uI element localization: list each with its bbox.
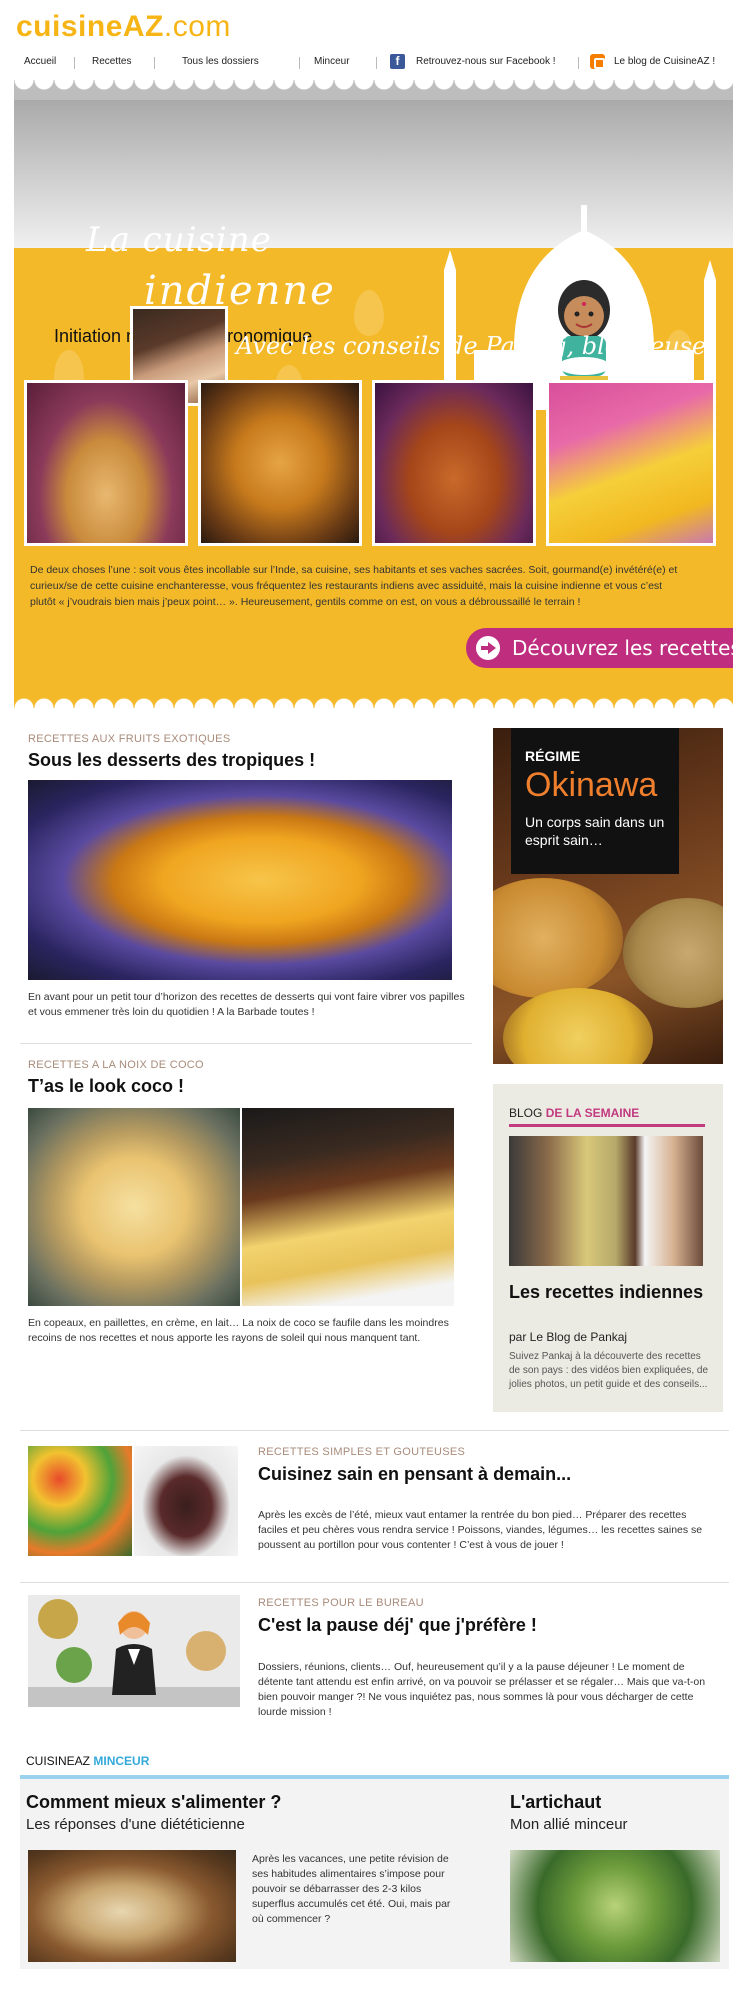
article-title[interactable]: Cuisinez sain en pensant à demain... (258, 1464, 571, 1485)
article-kicker: RECETTES A LA NOIX DE COCO (28, 1059, 204, 1071)
article-kicker: RECETTES POUR LE BUREAU (258, 1597, 424, 1609)
okinawa-label: RÉGIME (525, 748, 581, 764)
arrow-right-icon (476, 636, 500, 660)
paisley-motif (354, 290, 384, 336)
article-photo-coconut-cake[interactable] (242, 1108, 454, 1306)
nav-blog[interactable]: Le blog de CuisineAZ ! (614, 56, 715, 67)
blog-author: par Le Blog de Pankaj (509, 1330, 628, 1344)
spoon-lentils (493, 878, 623, 998)
minceur-left-text: Après les vacances, une petite révision … (252, 1853, 451, 1925)
minceur-right-title[interactable]: L'artichaut (510, 1792, 601, 1813)
article-text: En copeaux, en paillettes, en crème, en … (28, 1317, 449, 1344)
minceur-section-title: CUISINEAZ MINCEUR (26, 1754, 149, 1768)
site-logo[interactable]: cuisineAZ.com (16, 10, 231, 44)
lace-border-bottom (14, 692, 733, 708)
nav-divider (578, 57, 579, 69)
spoon-seeds (623, 898, 723, 1008)
top-navigation: Accueil Recettes Tous les dossiers Mince… (14, 54, 734, 72)
minceur-right-subtitle: Mon allié minceur (510, 1816, 628, 1833)
food-photo-samosa (24, 380, 188, 546)
nav-facebook[interactable]: Retrouvez-nous sur Facebook ! (416, 56, 556, 67)
article-kicker: RECETTES AUX FRUITS EXOTIQUES (28, 733, 231, 745)
taj-mahal-silhouette (444, 205, 716, 410)
logo-domain: .com (163, 10, 231, 43)
minceur-left-subtitle: Les réponses d'une diététicienne (26, 1816, 245, 1833)
article-photo-shrimp[interactable] (28, 1108, 240, 1306)
minceur-label-b: MINCEUR (93, 1754, 150, 1768)
spoon-peas (503, 988, 653, 1064)
article-kicker: RECETTES SIMPLES ET GOUTEUSES (258, 1446, 466, 1458)
divider (20, 1043, 472, 1044)
article-photo-vegetables[interactable] (28, 1446, 132, 1556)
lace-border-top (14, 80, 733, 100)
blogger-icon[interactable] (590, 54, 605, 69)
nav-divider (299, 57, 300, 69)
minceur-left-title[interactable]: Comment mieux s'alimenter ? (26, 1792, 281, 1813)
banner-title-line1: La cuisine (86, 220, 272, 260)
discover-recipes-button[interactable]: Découvrez les recettes (466, 628, 733, 668)
divider (20, 1582, 729, 1583)
blog-box-rule (509, 1124, 705, 1127)
nav-recettes[interactable]: Recettes (92, 56, 131, 67)
food-photo-potatoes (372, 380, 536, 546)
article-text: Dossiers, réunions, clients… Ouf, heureu… (258, 1661, 706, 1718)
article-title[interactable]: T’as le look coco ! (28, 1076, 184, 1097)
nav-divider (154, 57, 155, 69)
facebook-icon[interactable]: f (390, 54, 405, 69)
minceur-photo-cereal[interactable] (28, 1850, 236, 1962)
article-photo-pans[interactable] (134, 1446, 238, 1556)
blog-photo[interactable] (509, 1136, 703, 1266)
indian-cuisine-banner[interactable]: La cuisine indienne Initiation mystico-g… (14, 80, 733, 708)
okinawa-tagline: Un corps sain dans un esprit sain… (525, 814, 665, 848)
blog-title[interactable]: Les recettes indiennes (509, 1280, 709, 1304)
blog-label-a: BLOG (509, 1106, 543, 1120)
divider (20, 1430, 729, 1431)
okinawa-title: Okinawa (525, 766, 658, 804)
article-text: Après les excès de l’été, mieux vaut ent… (258, 1509, 703, 1551)
blog-label-b: DE LA SEMAINE (545, 1106, 640, 1120)
office-lunch-illustration (28, 1599, 240, 1707)
article-photo-tart[interactable] (28, 780, 452, 980)
cta-label: Découvrez les recettes (512, 636, 733, 660)
page: cuisineAZ.com Accueil Recettes Tous les … (0, 0, 747, 1989)
minceur-label-a: CUISINEAZ (26, 1754, 91, 1768)
banner-intro-text: De deux choses l’une : soit vous êtes in… (30, 564, 678, 608)
food-photo-sweet (546, 380, 716, 546)
article-text: En avant pour un petit tour d’horizon de… (28, 991, 465, 1018)
banner-advice-line: Avec les conseils de Pankaj, blogueuse (236, 332, 707, 360)
article-illustration-office[interactable] (28, 1595, 240, 1707)
blog-of-the-week[interactable]: BLOG DE LA SEMAINE Les recettes indienne… (493, 1084, 723, 1412)
nav-dossiers[interactable]: Tous les dossiers (182, 56, 259, 67)
okinawa-diet-ad[interactable]: RÉGIME Okinawa Un corps sain dans un esp… (493, 728, 723, 1064)
nav-divider (74, 57, 75, 69)
logo-text: cuisineAZ (16, 10, 164, 43)
food-photo-curry (198, 380, 362, 546)
nav-divider (376, 57, 377, 69)
blog-box-label: BLOG DE LA SEMAINE (509, 1106, 639, 1120)
nav-minceur[interactable]: Minceur (314, 56, 350, 67)
article-title[interactable]: C'est la pause déj' que j'préfère ! (258, 1615, 537, 1636)
blog-description: Suivez Pankaj à la découverte des recett… (509, 1351, 709, 1390)
nav-accueil[interactable]: Accueil (24, 56, 56, 67)
okinawa-text-box: RÉGIME Okinawa Un corps sain dans un esp… (511, 728, 679, 874)
minceur-photo-artichoke[interactable] (510, 1850, 720, 1962)
article-title[interactable]: Sous les desserts des tropiques ! (28, 750, 315, 771)
